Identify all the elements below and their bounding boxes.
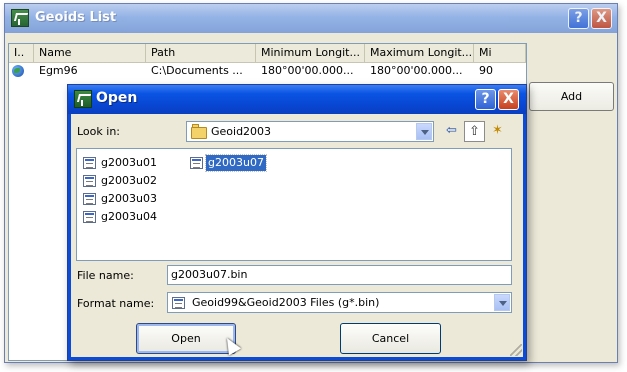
app-icon [74, 90, 92, 108]
file-icon [83, 211, 96, 223]
help-button[interactable]: ? [568, 8, 589, 29]
globe-icon [12, 65, 24, 77]
open-dialog-title: Open [96, 90, 138, 106]
file-name: g2003u01 [101, 156, 157, 169]
column-header-min-longitude[interactable]: Minimum Longit... [256, 44, 365, 62]
chevron-down-icon[interactable] [494, 294, 510, 311]
file-name: g2003u02 [101, 174, 157, 187]
close-button[interactable]: X [591, 8, 612, 29]
column-header-max-longitude[interactable]: Maximum Longit... [365, 44, 474, 62]
row-mi: 90 [479, 64, 493, 77]
dialog-frame [68, 357, 526, 360]
column-header-path[interactable]: Path [146, 44, 256, 62]
screen: Geoids List ? X I.. Name Path Minimum Lo… [0, 0, 627, 372]
row-name: Egm96 [39, 64, 78, 77]
geoids-list-title-bar[interactable]: Geoids List ? X [5, 4, 617, 33]
table-row[interactable]: Egm96 C:\Documents ... 180°00'00.000... … [9, 63, 526, 79]
column-header-index[interactable]: I.. [9, 44, 34, 62]
cancel-button[interactable]: Cancel [340, 323, 441, 354]
file-list[interactable]: g2003u01 g2003u02 g2003u03 g2003u04 g200… [76, 148, 512, 261]
open-button[interactable]: Open [136, 323, 236, 354]
file-name-label: File name: [77, 269, 134, 282]
look-in-value: Geoid2003 [211, 125, 272, 138]
row-min-longitude: 180°00'00.000... [261, 64, 354, 77]
file-icon [83, 193, 96, 205]
app-icon [11, 9, 29, 27]
back-icon[interactable]: ⇦ [441, 121, 462, 142]
file-name: g2003u07 [205, 154, 267, 172]
file-name: g2003u04 [101, 210, 157, 223]
open-dialog-title-bar[interactable]: Open ? X [68, 85, 526, 114]
file-name-input[interactable]: g2003u07.bin [167, 265, 512, 285]
file-name: g2003u03 [101, 192, 157, 205]
row-max-longitude: 180°00'00.000... [370, 64, 463, 77]
open-dialog: Open ? X Look in: Geoid2003 ⇦ ⇧ ✶ g2003u… [67, 84, 527, 361]
add-button[interactable]: Add [529, 82, 614, 111]
dialog-frame [523, 114, 526, 359]
file-icon [190, 157, 203, 169]
format-name-select[interactable]: Geoid99&Geoid2003 Files (g*.bin) [167, 292, 512, 313]
new-folder-icon[interactable]: ✶ [487, 121, 508, 142]
column-header-name[interactable]: Name [34, 44, 146, 62]
row-path: C:\Documents ... [151, 64, 243, 77]
list-header: I.. Name Path Minimum Longit... Maximum … [9, 44, 526, 63]
geoids-list-title: Geoids List [35, 10, 117, 25]
file-icon [83, 175, 96, 187]
look-in-select[interactable]: Geoid2003 [186, 121, 434, 142]
format-name-value: Geoid99&Geoid2003 Files (g*.bin) [192, 296, 380, 309]
format-name-label: Format name: [77, 297, 155, 310]
file-icon [172, 297, 185, 309]
chevron-down-icon[interactable] [416, 123, 432, 140]
dialog-close-button[interactable]: X [498, 89, 519, 110]
look-in-label: Look in: [77, 125, 120, 138]
column-header-min-latitude[interactable]: Mi [474, 44, 526, 62]
dialog-frame [68, 114, 71, 359]
folder-icon [191, 124, 207, 139]
dialog-help-button[interactable]: ? [475, 89, 496, 110]
up-folder-icon[interactable]: ⇧ [464, 121, 485, 142]
resize-gripper[interactable] [510, 344, 522, 356]
row-icon-cell [9, 63, 34, 79]
file-icon [83, 157, 96, 169]
